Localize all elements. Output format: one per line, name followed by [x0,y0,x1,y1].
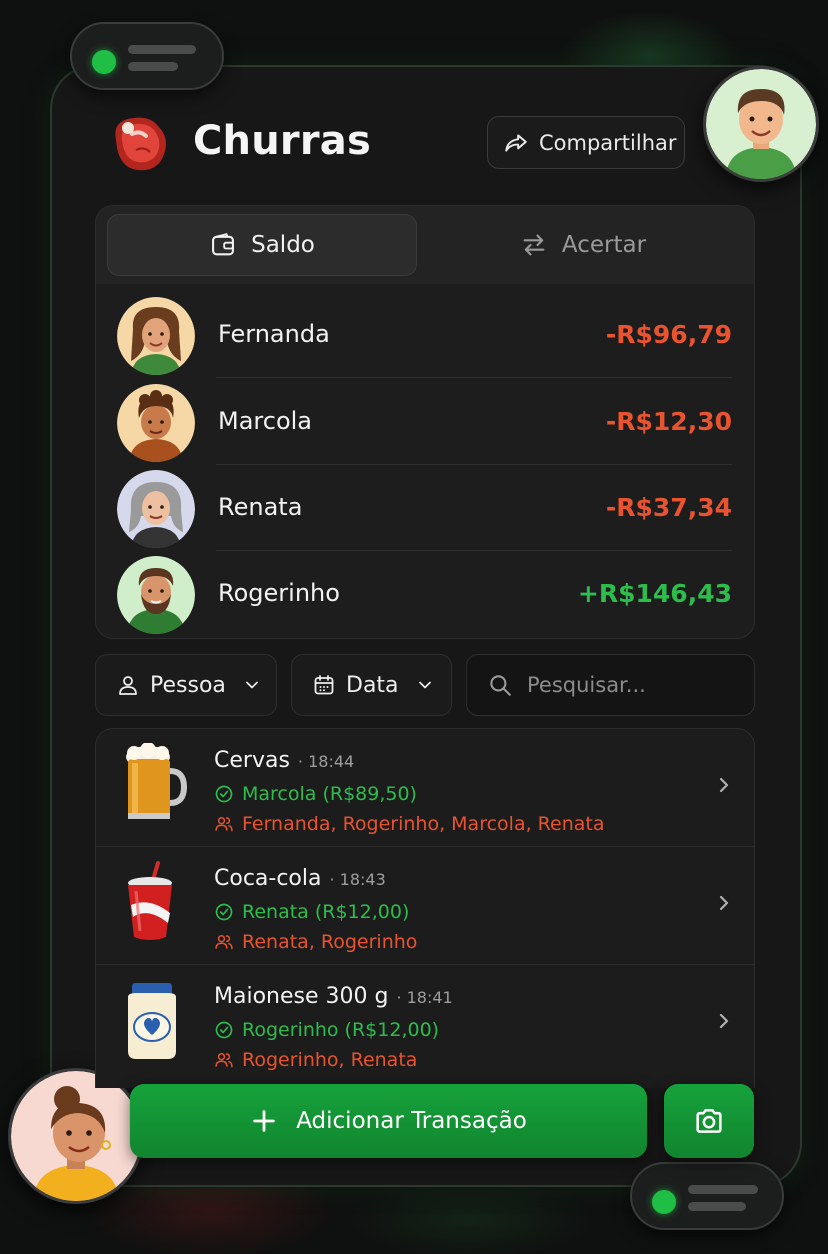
split-text: Fernanda, Rogerinho, Marcola, Renata [242,813,605,835]
soda-cup-icon [128,861,172,940]
chevron-right-icon [719,895,729,911]
people-icon [215,1053,233,1068]
avatar [117,470,195,548]
avatar [117,384,195,462]
balance-card: Saldo Acertar Fernanda -R$96,79 Marcola … [95,205,755,639]
steak-logo-icon [106,110,174,178]
woman-avatar-icon [117,470,195,548]
transaction-row[interactable]: Maionese 300 g · 18:41 Rogerinho (R$12,00… [96,965,754,1083]
person-name: Renata [218,493,303,521]
transaction-list: Cervas · 18:44 Marcola (R$89,50) Fernanda… [95,728,755,1088]
share-label: Compartilhar [539,130,677,155]
status-dot [652,1190,676,1214]
payer-line: Marcola (R$89,50) [214,783,417,805]
decorative-toggle-top [70,22,224,90]
transaction-time: · 18:41 [396,988,453,1007]
plus-icon [253,1110,275,1132]
beer-mug-icon [126,743,188,819]
transaction-row[interactable]: Coca-cola · 18:43 Renata (R$12,00) Renata… [96,847,754,965]
search-input[interactable] [527,673,737,697]
payer-line: Renata (R$12,00) [214,901,409,923]
payer-line: Rogerinho (R$12,00) [214,1019,439,1041]
balance-amount: -R$37,34 [605,493,732,522]
person-name: Rogerinho [218,579,340,607]
add-transaction-button[interactable]: Adicionar Transação [130,1084,647,1158]
tab-saldo[interactable]: Saldo [107,214,417,276]
split-line: Rogerinho, Renata [214,1049,417,1071]
chevron-down-icon [246,681,258,689]
chevron-down-icon [418,681,431,689]
balance-amount: +R$146,43 [577,579,732,608]
chevron-right-icon [719,1013,729,1029]
filter-label: Pessoa [150,672,226,698]
check-circle-icon [215,785,233,803]
transaction-row[interactable]: Cervas · 18:44 Marcola (R$89,50) Fernanda… [96,729,754,847]
balance-row[interactable]: Rogerinho +R$146,43 [96,551,754,637]
transaction-name: Coca-cola [214,866,322,891]
balance-row[interactable]: Renata -R$37,34 [96,465,754,551]
check-circle-icon [215,903,233,921]
tab-label: Acertar [561,232,647,258]
bearded-man-avatar-icon [117,556,195,634]
transaction-title: Cervas · 18:44 [214,748,354,773]
person-name: Fernanda [218,320,330,348]
avatar [117,297,195,375]
chevron-right-icon [719,777,729,793]
tab-acertar[interactable]: Acertar [428,214,738,276]
transaction-name: Cervas [214,748,290,773]
search-icon [490,675,511,696]
decorative-toggle-bottom [630,1162,784,1230]
people-icon [215,935,233,950]
balance-amount: -R$96,79 [605,320,732,349]
split-line: Renata, Rogerinho [214,931,417,953]
transaction-title: Maionese 300 g · 18:41 [214,984,453,1009]
app-title: Churras [193,118,371,164]
status-dot [92,50,116,74]
transaction-title: Coca-cola · 18:43 [214,866,386,891]
split-text: Rogerinho, Renata [242,1049,418,1071]
camera-icon [696,1109,722,1133]
tab-bar: Saldo Acertar [96,206,754,284]
people-icon [215,817,233,832]
transaction-name: Maionese 300 g [214,984,389,1009]
balance-row[interactable]: Fernanda -R$96,79 [96,292,754,378]
woman-avatar-icon [117,297,195,375]
swap-arrows-icon [523,234,545,256]
background-glow [340,1180,600,1254]
transaction-time: · 18:44 [297,752,355,771]
woman-avatar-icon [11,1071,141,1201]
share-button[interactable]: Compartilhar [487,116,685,169]
date-filter-dropdown[interactable]: Data [291,654,452,716]
share-icon [505,133,527,152]
payer-text: Renata (R$12,00) [242,901,410,923]
man-avatar-icon [117,384,195,462]
transaction-time: · 18:43 [329,870,386,889]
mayonnaise-jar-icon [128,983,176,1059]
tab-label: Saldo [251,232,315,258]
balance-amount: -R$12,30 [605,407,732,436]
wallet-icon [212,233,235,256]
balance-row[interactable]: Marcola -R$12,30 [96,379,754,465]
filter-label: Data [346,672,399,698]
friend-avatar[interactable] [8,1068,144,1204]
person-name: Marcola [218,407,313,435]
payer-text: Rogerinho (R$12,00) [242,1019,440,1041]
payer-text: Marcola (R$89,50) [242,783,417,805]
person-icon [119,676,137,695]
split-line: Fernanda, Rogerinho, Marcola, Renata [214,813,604,835]
camera-button[interactable] [664,1084,754,1158]
search-field[interactable] [466,654,755,716]
split-text: Renata, Rogerinho [242,931,418,953]
check-circle-icon [215,1021,233,1039]
calendar-icon [314,675,334,695]
avatar [117,556,195,634]
man-avatar-icon [706,69,816,179]
person-filter-dropdown[interactable]: Pessoa [95,654,277,716]
user-avatar[interactable] [703,66,819,182]
add-transaction-label: Adicionar Transação [296,1108,527,1134]
